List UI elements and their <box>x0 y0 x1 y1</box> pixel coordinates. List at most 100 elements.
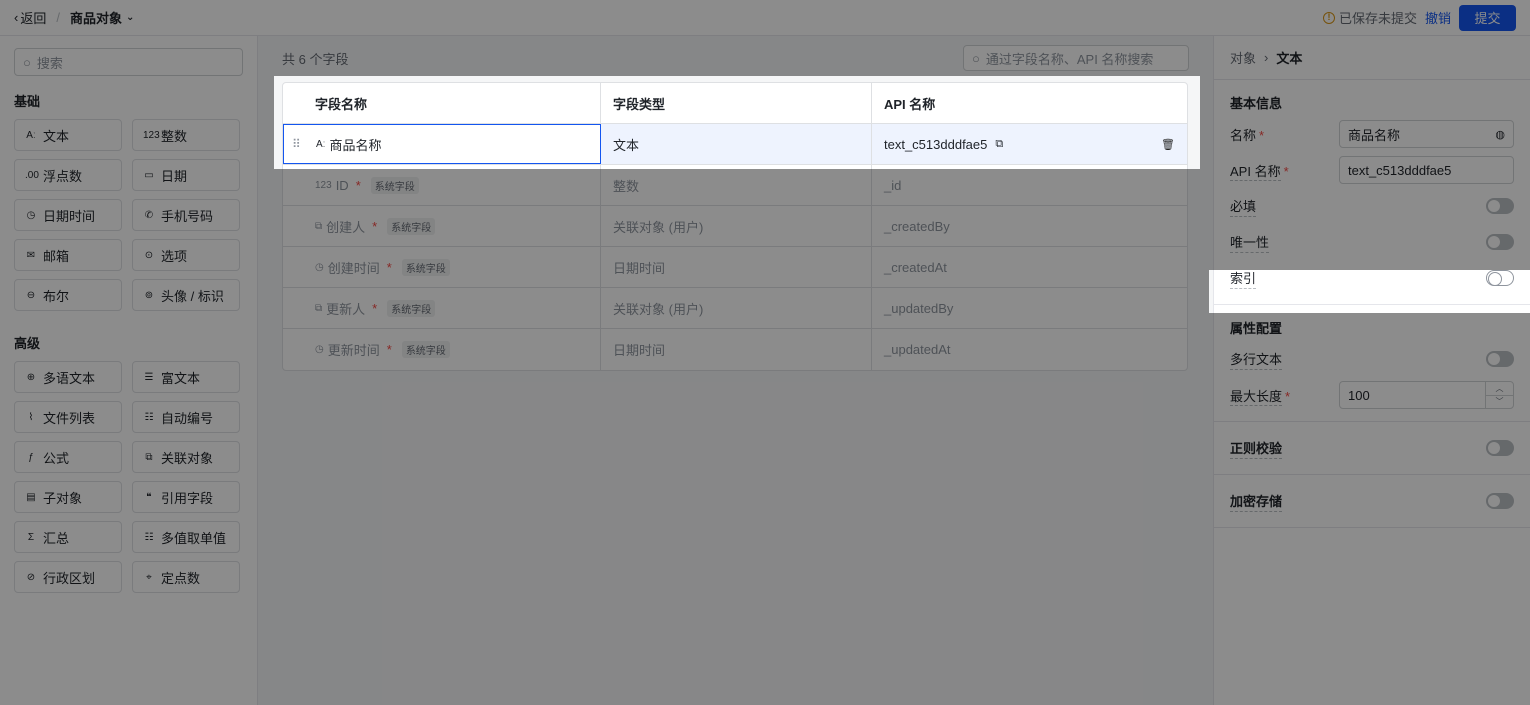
attr-config-title: 属性配置 <box>1230 320 1283 336</box>
multiline-toggle[interactable] <box>1486 351 1514 367</box>
field-type-basic-9[interactable]: ⊚ 头像 / 标识 <box>132 279 240 311</box>
field-type-adv-2[interactable]: ⌇ 文件列表 <box>14 401 122 433</box>
table-row[interactable]: ⧉ 创建人 * 系统字段 关联对象 (用户) _createdBy <box>283 206 1187 247</box>
field-type-icon: ☰ <box>144 371 154 383</box>
field-type-adv-4[interactable]: ƒ 公式 <box>14 441 122 473</box>
field-type-icon: ◷ <box>315 344 324 355</box>
system-field-badge: 系统字段 <box>387 217 436 235</box>
api-name-text: _updatedBy <box>884 300 954 316</box>
number-stepper: ︿ ﹀ <box>1485 382 1513 408</box>
field-type-icon: ⧉ <box>315 302 323 314</box>
drag-handle-icon[interactable]: ⠿ <box>292 137 301 151</box>
table-row[interactable]: ◷ 创建时间 * 系统字段 日期时间 _createdAt <box>283 247 1187 288</box>
column-header-api: API 名称 <box>884 96 936 112</box>
field-type-panel: ○ 搜索 基础 Aː 文本 123 整数 .00 浮点数 ▭ 日期 ◷ 日期时间 ✆ 手机号码 ✉ 邮箱 ⊙… <box>0 36 258 705</box>
submit-button[interactable]: 提交 <box>1459 4 1516 31</box>
field-type-adv-10[interactable]: ⊘ 行政区划 <box>14 561 122 593</box>
field-type-icon: Aː <box>26 129 36 141</box>
stepper-up-icon[interactable]: ︿ <box>1486 382 1513 396</box>
field-type-icon: ▤ <box>26 491 36 503</box>
field-type-basic-7[interactable]: ⊙ 选项 <box>132 239 240 271</box>
undo-link[interactable]: 撤销 <box>1425 8 1451 27</box>
max-length-value: 100 <box>1348 387 1370 403</box>
table-row[interactable]: ⠿ Aː 商品名称 文本 text_c513dddfae5 ⧉ 🗑 <box>283 124 1187 165</box>
delete-icon[interactable]: 🗑 <box>1161 138 1175 151</box>
table-row[interactable]: ⧉ 更新人 * 系统字段 关联对象 (用户) _updatedBy <box>283 288 1187 329</box>
field-type-basic-4[interactable]: ◷ 日期时间 <box>14 199 122 231</box>
encrypt-toggle[interactable] <box>1486 493 1514 509</box>
breadcrumb-parent[interactable]: 对象 <box>1230 48 1256 67</box>
field-type-basic-3[interactable]: ▭ 日期 <box>132 159 240 191</box>
max-length-input[interactable]: 100 ︿ ﹀ <box>1339 381 1514 409</box>
api-name-cell: _updatedBy <box>872 288 1187 328</box>
name-input[interactable]: 商品名称 ◍ <box>1339 120 1514 148</box>
stepper-down-icon[interactable]: ﹀ <box>1486 396 1513 409</box>
field-type-label: 头像 / 标识 <box>161 288 224 304</box>
field-type-adv-5[interactable]: ⧉ 关联对象 <box>132 441 240 473</box>
field-type-label: 公式 <box>43 450 70 466</box>
regex-toggle[interactable] <box>1486 440 1514 456</box>
object-title: 商品对象 <box>69 11 122 26</box>
field-type-icon: ⧉ <box>145 451 153 463</box>
field-type-label: 定点数 <box>161 570 201 586</box>
field-type-label: 邮箱 <box>43 248 70 264</box>
field-type-label: 文件列表 <box>43 410 96 426</box>
field-type-adv-7[interactable]: ❝ 引用字段 <box>132 481 240 513</box>
search-placeholder: 搜索 <box>36 55 63 71</box>
field-type-icon: ƒ <box>28 451 34 463</box>
field-type-basic-8[interactable]: ⊖ 布尔 <box>14 279 122 311</box>
field-type-adv-11[interactable]: ⌖ 定点数 <box>132 561 240 593</box>
field-type-cell: 文本 <box>601 124 872 164</box>
field-type-basic-1[interactable]: 123 整数 <box>132 119 240 151</box>
field-name: 更新时间 <box>327 343 380 358</box>
unique-toggle[interactable] <box>1486 234 1514 250</box>
field-search-input[interactable]: ○ 通过字段名称、API 名称搜索 <box>963 45 1189 71</box>
field-type-label: 浮点数 <box>43 168 83 184</box>
api-name-input[interactable]: text_c513dddfae5 <box>1339 156 1514 184</box>
field-type-adv-0[interactable]: ⊕ 多语文本 <box>14 361 122 393</box>
field-type-icon: ❝ <box>146 491 152 503</box>
system-field-badge: 系统字段 <box>387 299 436 317</box>
field-type-basic-2[interactable]: .00 浮点数 <box>14 159 122 191</box>
table-row[interactable]: ◷ 更新时间 * 系统字段 日期时间 _updatedAt <box>283 329 1187 370</box>
back-button[interactable]: ‹ 返回 <box>14 8 46 27</box>
field-type-basic-5[interactable]: ✆ 手机号码 <box>132 199 240 231</box>
field-type-icon: ◷ <box>26 209 36 221</box>
field-name: ID <box>335 177 349 193</box>
field-type-adv-9[interactable]: ☷ 多值取单值 <box>132 521 240 553</box>
field-type-icon: ☷ <box>144 411 154 423</box>
advanced-section-title: 高级 <box>14 336 41 351</box>
field-type-label: 整数 <box>161 128 188 144</box>
field-type-search[interactable]: ○ 搜索 <box>14 48 243 76</box>
index-toggle[interactable] <box>1486 270 1514 286</box>
globe-icon[interactable]: ◍ <box>1495 128 1505 141</box>
field-type-icon: ☷ <box>144 531 154 543</box>
basic-field-grid: Aː 文本 123 整数 .00 浮点数 ▭ 日期 ◷ 日期时间 ✆ 手机号码 ✉ 邮箱 ⊙ 选项 ⊖ 布尔 ⊚ 头像… <box>14 119 243 311</box>
field-type-cell: 整数 <box>601 165 872 205</box>
field-type-basic-0[interactable]: Aː 文本 <box>14 119 122 151</box>
field-type-icon: ▭ <box>144 169 154 181</box>
required-label: 必填 <box>1230 196 1257 217</box>
required-marker: * <box>372 300 378 316</box>
field-type-adv-8[interactable]: Σ 汇总 <box>14 521 122 553</box>
field-type-cell: 关联对象 (用户) <box>601 288 872 328</box>
required-toggle[interactable] <box>1486 198 1514 214</box>
table-row[interactable]: 123 ID * 系统字段 整数 _id <box>283 165 1187 206</box>
field-type-label: 子对象 <box>43 490 83 506</box>
field-count: 共 6 个字段 <box>282 51 349 67</box>
field-name: 创建时间 <box>327 260 380 276</box>
object-selector[interactable]: 商品对象 ⌄ <box>70 8 134 27</box>
field-type-adv-1[interactable]: ☰ 富文本 <box>132 361 240 393</box>
table-header: 字段名称 字段类型 API 名称 <box>283 83 1187 124</box>
field-type-adv-3[interactable]: ☷ 自动编号 <box>132 401 240 433</box>
field-type-label: 手机号码 <box>161 208 214 224</box>
required-marker: * <box>355 177 361 193</box>
field-type-basic-6[interactable]: ✉ 邮箱 <box>14 239 122 271</box>
field-type-icon: ◷ <box>315 261 324 273</box>
api-name-value: text_c513dddfae5 <box>1348 162 1452 178</box>
copy-icon[interactable]: ⧉ <box>995 138 1003 151</box>
field-type-adv-6[interactable]: ▤ 子对象 <box>14 481 122 513</box>
field-name: 创建人 <box>326 219 366 235</box>
field-type-cell: 日期时间 <box>601 247 872 287</box>
api-name-text: _id <box>884 177 902 193</box>
